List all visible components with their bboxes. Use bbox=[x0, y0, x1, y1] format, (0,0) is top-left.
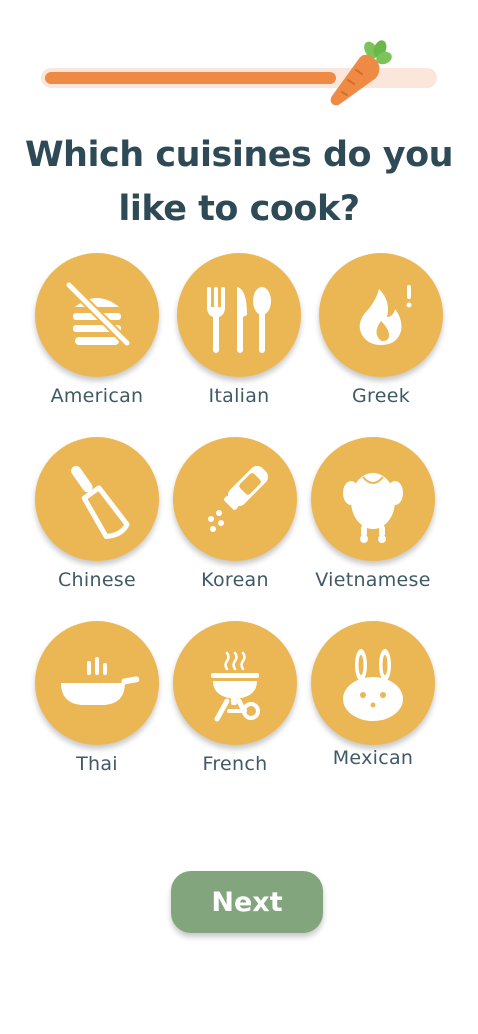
cuisine-label: Chinese bbox=[57, 569, 136, 591]
cuisine-mexican[interactable]: Mexican bbox=[303, 621, 443, 769]
cuisine-label: American bbox=[50, 385, 144, 407]
cuisine-label: Greek bbox=[352, 385, 410, 407]
progress-fill bbox=[45, 72, 336, 84]
cuisine-circle bbox=[311, 437, 435, 561]
cleaver-knife-icon bbox=[71, 465, 130, 540]
grill-icon bbox=[211, 651, 260, 722]
cuisine-italian[interactable]: Italian bbox=[169, 253, 309, 407]
cuisine-american[interactable]: American bbox=[27, 253, 167, 407]
cuisine-circle bbox=[173, 437, 297, 561]
cuisine-greek[interactable]: Greek bbox=[311, 253, 451, 407]
cuisine-label: Vietnamese bbox=[315, 569, 431, 591]
next-button[interactable]: Next bbox=[171, 871, 323, 933]
cuisine-chinese[interactable]: Chinese bbox=[27, 437, 167, 591]
page-title: Which cuisines do you like to cook? bbox=[0, 128, 478, 236]
cuisine-circle bbox=[177, 253, 301, 377]
salt-shaker-icon bbox=[208, 466, 268, 532]
cuisine-label: French bbox=[202, 753, 268, 775]
cuisine-french[interactable]: French bbox=[165, 621, 305, 775]
flame-icon bbox=[359, 285, 412, 345]
cuisine-circle bbox=[173, 621, 297, 745]
cuisine-circle bbox=[319, 253, 443, 377]
rabbit-icon bbox=[343, 649, 403, 721]
cuisine-circle bbox=[35, 253, 159, 377]
cuisine-label: Mexican bbox=[332, 747, 414, 769]
title-line-1: Which cuisines do you bbox=[24, 135, 454, 175]
title-line-2: like to cook? bbox=[118, 189, 360, 229]
cuisine-label: Thai bbox=[76, 753, 118, 775]
cuisine-circle bbox=[35, 621, 159, 745]
frying-pan-icon bbox=[61, 657, 140, 705]
cuisine-korean[interactable]: Korean bbox=[165, 437, 305, 591]
burger-crossed-icon bbox=[65, 281, 131, 347]
cuisine-label: Italian bbox=[208, 385, 270, 407]
cuisine-circle bbox=[35, 437, 159, 561]
roast-chicken-icon bbox=[343, 473, 403, 543]
carrot-icon bbox=[330, 40, 392, 106]
fork-knife-spoon-icon bbox=[207, 287, 271, 353]
cuisine-vietnamese[interactable]: Vietnamese bbox=[303, 437, 443, 591]
cuisine-label: Korean bbox=[201, 569, 269, 591]
cuisine-circle bbox=[311, 621, 435, 745]
cuisine-thai[interactable]: Thai bbox=[27, 621, 167, 775]
